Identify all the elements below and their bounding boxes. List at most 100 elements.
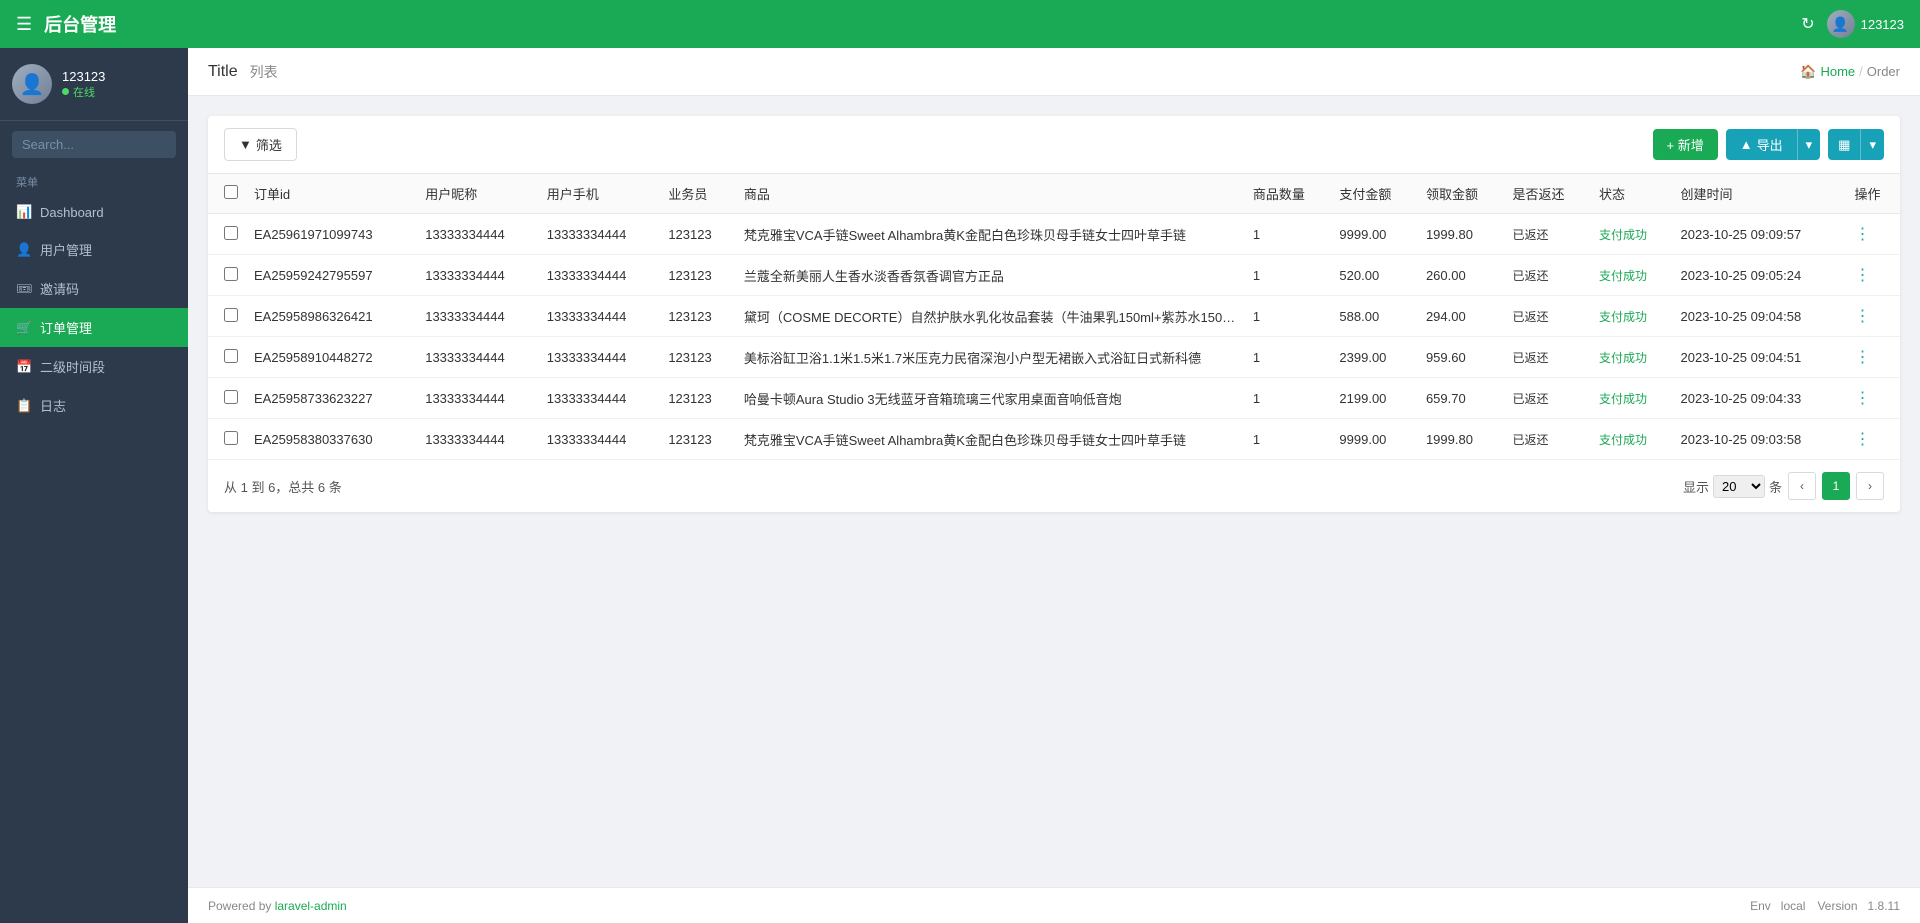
export-btn-group: ▲ 导出 ▾ (1726, 129, 1820, 160)
row-checkbox-0[interactable] (224, 226, 238, 240)
sidebar-item-label-users: 用户管理 (40, 240, 92, 259)
menu-icon[interactable]: ☰ (16, 14, 32, 35)
col-product: 商品 (736, 174, 1245, 214)
env-label: Env (1750, 899, 1771, 913)
export-dropdown-button[interactable]: ▾ (1797, 129, 1821, 160)
cell-pay-5: 9999.00 (1331, 419, 1418, 460)
row-action-btn-1[interactable]: ⋮ (1854, 265, 1870, 285)
sidebar-item-label-invite: 邀请码 (40, 279, 79, 298)
sidebar-item-users[interactable]: 👤 用户管理 (0, 230, 188, 269)
row-checkbox-2[interactable] (224, 308, 238, 322)
prev-page-button[interactable]: ‹ (1788, 472, 1816, 500)
col-receive-amount: 领取金额 (1418, 174, 1505, 214)
cell-created-3: 2023-10-25 09:04:51 (1673, 337, 1847, 378)
export-button[interactable]: ▲ 导出 (1726, 129, 1797, 160)
cell-action-5: ⋮ (1846, 419, 1900, 460)
row-action-btn-5[interactable]: ⋮ (1854, 429, 1870, 449)
cell-agent-5: 123123 (660, 419, 736, 460)
breadcrumb-home-link[interactable]: Home (1820, 64, 1855, 79)
sidebar-item-logs[interactable]: 📋 日志 (0, 386, 188, 425)
sidebar-item-dashboard[interactable]: 📊 Dashboard (0, 194, 188, 230)
content-header: Title 列表 🏠 Home / Order (188, 48, 1920, 96)
cell-qty-1: 1 (1245, 255, 1332, 296)
refresh-icon[interactable]: ↻ (1801, 14, 1814, 34)
cell-pay-3: 2399.00 (1331, 337, 1418, 378)
logs-icon: 📋 (16, 398, 32, 414)
cell-agent-1: 123123 (660, 255, 736, 296)
sidebar-item-label-timeslots: 二级时间段 (40, 357, 105, 376)
sidebar-item-orders[interactable]: 🛒 订单管理 (0, 308, 188, 347)
cell-order-id-1: EA25959242795597 (246, 255, 417, 296)
footer-env: Env local (1750, 899, 1805, 913)
cell-created-5: 2023-10-25 09:03:58 (1673, 419, 1847, 460)
col-status: 状态 (1591, 174, 1672, 214)
sidebar-status-label: 在线 (73, 84, 95, 100)
sidebar-item-timeslots[interactable]: 📅 二级时间段 (0, 347, 188, 386)
topbar-avatar: 👤 (1827, 10, 1855, 38)
sidebar-user-info: 123123 在线 (62, 69, 105, 100)
cols-icon: ▦ (1838, 137, 1850, 153)
next-page-button[interactable]: › (1856, 472, 1884, 500)
cols-button[interactable]: ▦ (1828, 129, 1860, 160)
sidebar-profile: 👤 123123 在线 (0, 48, 188, 121)
col-checkbox (208, 174, 246, 214)
cell-pay-4: 2199.00 (1331, 378, 1418, 419)
cell-order-id-3: EA25958910448272 (246, 337, 417, 378)
cell-order-id-2: EA25958986326421 (246, 296, 417, 337)
cols-btn-group: ▦ ▾ (1828, 129, 1884, 160)
cell-receive-0: 1999.80 (1418, 214, 1505, 255)
powered-by-text: Powered by (208, 899, 275, 913)
cell-created-2: 2023-10-25 09:04:58 (1673, 296, 1847, 337)
cell-status-1: 支付成功 (1591, 255, 1672, 296)
cell-username-4: 13333334444 (417, 378, 539, 419)
filter-label: 筛选 (256, 135, 282, 154)
cell-created-0: 2023-10-25 09:09:57 (1673, 214, 1847, 255)
dashboard-icon: 📊 (16, 204, 32, 220)
new-button[interactable]: + 新增 (1653, 129, 1718, 160)
cell-username-2: 13333334444 (417, 296, 539, 337)
col-created-at: 创建时间 (1673, 174, 1847, 214)
cell-phone-3: 13333334444 (539, 337, 661, 378)
row-checkbox-1[interactable] (224, 267, 238, 281)
cell-returned-3: 已返还 (1505, 337, 1592, 378)
cell-created-1: 2023-10-25 09:05:24 (1673, 255, 1847, 296)
cols-dropdown-button[interactable]: ▾ (1860, 129, 1884, 160)
table-row: EA25958380337630 13333334444 13333334444… (208, 419, 1900, 460)
per-page-select[interactable]: 102050100 (1713, 475, 1765, 498)
row-checkbox-5[interactable] (224, 431, 238, 445)
orders-icon: 🛒 (16, 320, 32, 336)
select-all-checkbox[interactable] (224, 185, 238, 199)
col-pay-amount: 支付金额 (1331, 174, 1418, 214)
filter-button[interactable]: ▼ 筛选 (224, 128, 297, 161)
cell-action-1: ⋮ (1846, 255, 1900, 296)
cell-qty-2: 1 (1245, 296, 1332, 337)
breadcrumb-current: Order (1867, 64, 1900, 79)
col-qty: 商品数量 (1245, 174, 1332, 214)
cell-returned-1: 已返还 (1505, 255, 1592, 296)
cell-username-3: 13333334444 (417, 337, 539, 378)
breadcrumb: Title 列表 (208, 62, 278, 82)
timeslots-icon: 📅 (16, 359, 32, 375)
sidebar-item-label-dashboard: Dashboard (40, 205, 104, 220)
powered-by-link[interactable]: laravel-admin (275, 899, 347, 913)
filter-icon: ▼ (239, 137, 252, 152)
user-menu[interactable]: 👤 123123 (1827, 10, 1904, 38)
row-action-btn-0[interactable]: ⋮ (1854, 224, 1870, 244)
page-1-button[interactable]: 1 (1822, 472, 1850, 500)
cell-product-3: 美标浴缸卫浴1.1米1.5米1.7米压克力民宿深泡小户型无裙嵌入式浴缸日式新科德 (736, 337, 1245, 378)
row-checkbox-4[interactable] (224, 390, 238, 404)
row-action-btn-4[interactable]: ⋮ (1854, 388, 1870, 408)
pagination-summary: 从 1 到 6，总共 6 条 (224, 477, 342, 496)
row-action-btn-3[interactable]: ⋮ (1854, 347, 1870, 367)
cell-phone-5: 13333334444 (539, 419, 661, 460)
cell-returned-0: 已返还 (1505, 214, 1592, 255)
app-brand: 后台管理 (44, 11, 116, 37)
new-label: + 新增 (1667, 135, 1704, 154)
cell-status-3: 支付成功 (1591, 337, 1672, 378)
search-input[interactable] (12, 131, 176, 158)
row-action-btn-2[interactable]: ⋮ (1854, 306, 1870, 326)
content-body: ▼ 筛选 + 新增 ▲ 导出 (188, 96, 1920, 887)
row-checkbox-3[interactable] (224, 349, 238, 363)
sidebar-item-invite[interactable]: 🎟 邀请码 (0, 269, 188, 308)
col-agent: 业务员 (660, 174, 736, 214)
